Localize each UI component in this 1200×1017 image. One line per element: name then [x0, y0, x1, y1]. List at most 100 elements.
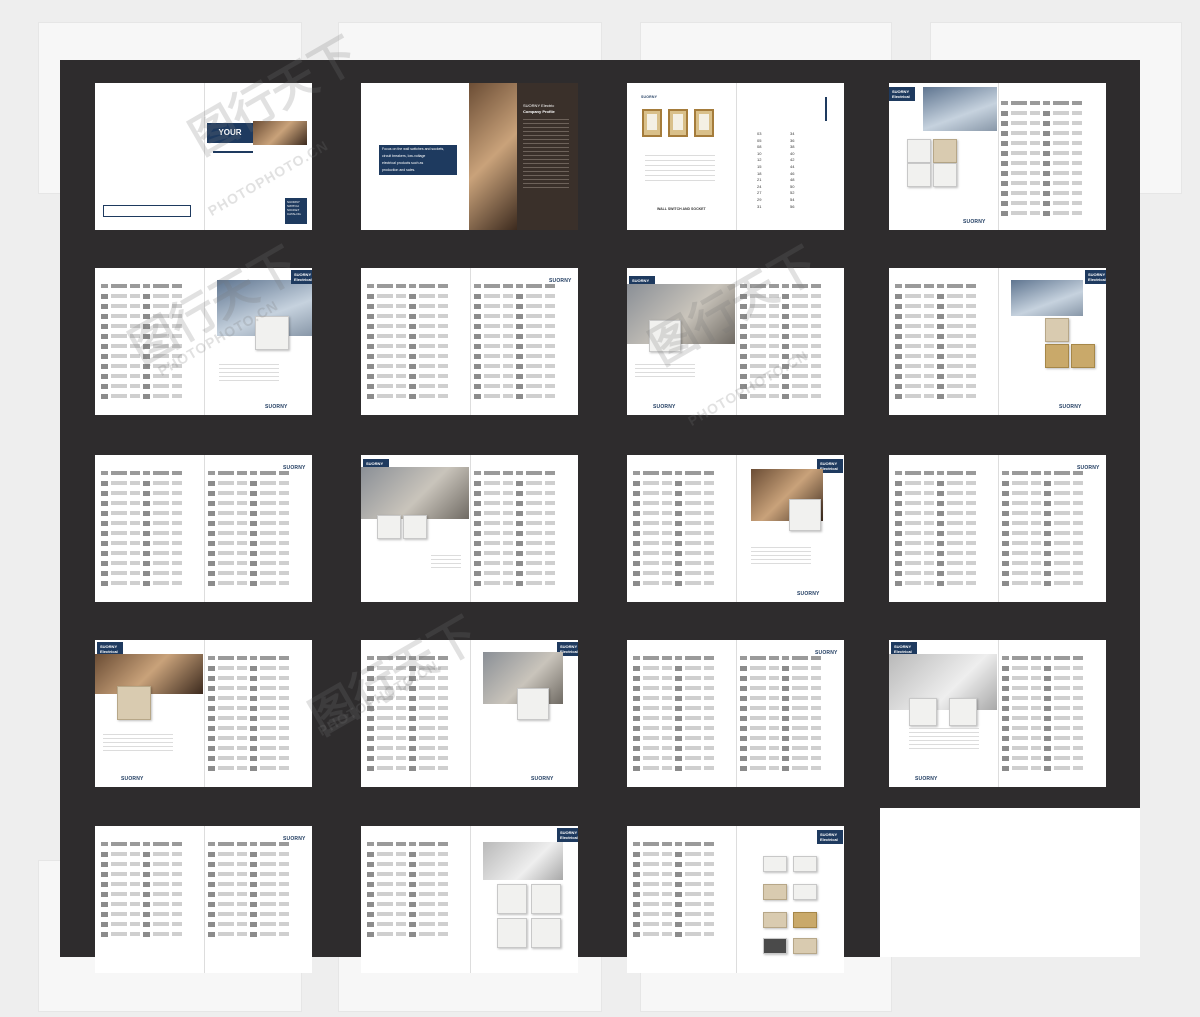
table-row: [740, 766, 840, 771]
certificate-frame: [668, 109, 688, 137]
series-text: [219, 364, 279, 384]
table-row: [101, 551, 201, 556]
table-header-row: [1001, 101, 1101, 106]
spread-table-full-5[interactable]: SUORNY: [95, 826, 312, 973]
section-tag: SUORNY Electrical: [557, 828, 578, 842]
spread-contents[interactable]: SUORNY WALL SWITCH AND SOCKET 03 05 08 10 12…: [627, 83, 844, 230]
table-row: [740, 304, 840, 309]
table-row: [101, 521, 201, 526]
frame-sample: [793, 912, 817, 928]
contents-vertical-label: [825, 97, 827, 121]
table-header-row: [101, 471, 201, 476]
table-row: [208, 696, 308, 701]
table-row: [367, 696, 467, 701]
switch-panel: [497, 884, 527, 914]
table-row: [101, 882, 201, 887]
toc-page-number: 46: [790, 170, 795, 176]
table-row: [633, 706, 733, 711]
table-row: [740, 324, 840, 329]
spread-cover[interactable]: YOUR SUORNY SWITCH SOCKET CATALOG: [95, 83, 312, 230]
spread-series-11[interactable]: SUORNY Electrical: [627, 826, 844, 973]
spread-table-full-4[interactable]: SUORNY: [627, 640, 844, 787]
spread-series-4[interactable]: SUORNY Electrical SUORNY: [889, 268, 1106, 415]
spread-series-6[interactable]: SUORNY Electrical SUORNY: [627, 455, 844, 602]
table-row: [101, 862, 201, 867]
product-table: [895, 471, 995, 591]
spread-series-5[interactable]: SUORNY Electrical: [361, 455, 578, 602]
table-row: [208, 676, 308, 681]
table-row: [367, 882, 467, 887]
series-text: [909, 728, 979, 752]
spread-series-3[interactable]: SUORNY Electrical SUORNY: [627, 268, 844, 415]
table-row: [633, 511, 733, 516]
table-row: [474, 561, 574, 566]
table-row: [633, 666, 733, 671]
page-fold: [735, 268, 737, 415]
table-row: [101, 872, 201, 877]
table-header-row: [895, 284, 995, 289]
switch-panel: [1045, 318, 1069, 342]
switch-panel: [907, 163, 931, 187]
switch-panel: [789, 499, 821, 531]
table-row: [208, 892, 308, 897]
table-row: [474, 501, 574, 506]
page-footer-brand: SUORNY: [963, 219, 986, 225]
table-row: [208, 686, 308, 691]
page-footer-brand: SUORNY: [653, 404, 676, 410]
table-row: [474, 394, 574, 399]
table-row: [740, 294, 840, 299]
table-header-row: [895, 471, 995, 476]
table-header-row: [474, 284, 574, 289]
page-header-brand: SUORNY: [641, 95, 658, 99]
table-row: [740, 666, 840, 671]
table-row: [474, 581, 574, 586]
spread-table-full-1[interactable]: SUORNY: [361, 268, 578, 415]
page-fold: [469, 455, 471, 602]
page-fold: [997, 83, 999, 230]
table-row: [474, 541, 574, 546]
table-row: [101, 324, 201, 329]
table-row: [895, 571, 995, 576]
table-header-row: [740, 284, 840, 289]
product-table: [633, 471, 733, 591]
product-table: [1002, 471, 1102, 591]
spread-series-8[interactable]: SUORNY Electrical SUORNY: [361, 640, 578, 787]
cover-subtitle: [213, 151, 253, 153]
toc-page-number: 24: [757, 183, 762, 189]
spread-table-full-2[interactable]: SUORNY: [95, 455, 312, 602]
spread-company-profile[interactable]: Focus on the wall switches and sockets, …: [361, 83, 578, 230]
table-row: [474, 481, 574, 486]
table-row: [1002, 756, 1102, 761]
page-fold: [469, 268, 471, 415]
toc-page-number: 56: [790, 203, 795, 209]
spread-table-full-3[interactable]: SUORNY: [889, 455, 1106, 602]
spread-series-7[interactable]: SUORNY Electrical SUORNY: [95, 640, 312, 787]
table-row: [1002, 716, 1102, 721]
spread-series-9[interactable]: SUORNY Electrical SUORNY: [889, 640, 1106, 787]
spread-series-intro-1[interactable]: SUORNY Electrical SUORNY: [889, 83, 1106, 230]
table-header-row: [474, 471, 574, 476]
table-row: [1002, 511, 1102, 516]
toc-page-number: 12: [757, 157, 762, 163]
frame-sample: [763, 938, 787, 954]
table-row: [367, 686, 467, 691]
table-row: [474, 374, 574, 379]
table-row: [895, 531, 995, 536]
product-table: [474, 471, 574, 591]
product-table: [367, 842, 467, 942]
table-row: [208, 912, 308, 917]
spread-series-10[interactable]: SUORNY Electrical: [361, 826, 578, 973]
table-row: [1002, 481, 1102, 486]
spread-series-2[interactable]: SUORNY Electrical SUORNY: [95, 268, 312, 415]
table-header-row: [208, 471, 308, 476]
switch-panel: [531, 884, 561, 914]
table-row: [367, 364, 467, 369]
table-row: [740, 726, 840, 731]
table-row: [1002, 706, 1102, 711]
frame-sample: [763, 856, 787, 872]
table-row: [895, 324, 995, 329]
page-fold: [997, 455, 999, 602]
table-header-row: [101, 284, 201, 289]
certificate-text: [645, 155, 715, 183]
table-row: [633, 932, 733, 937]
